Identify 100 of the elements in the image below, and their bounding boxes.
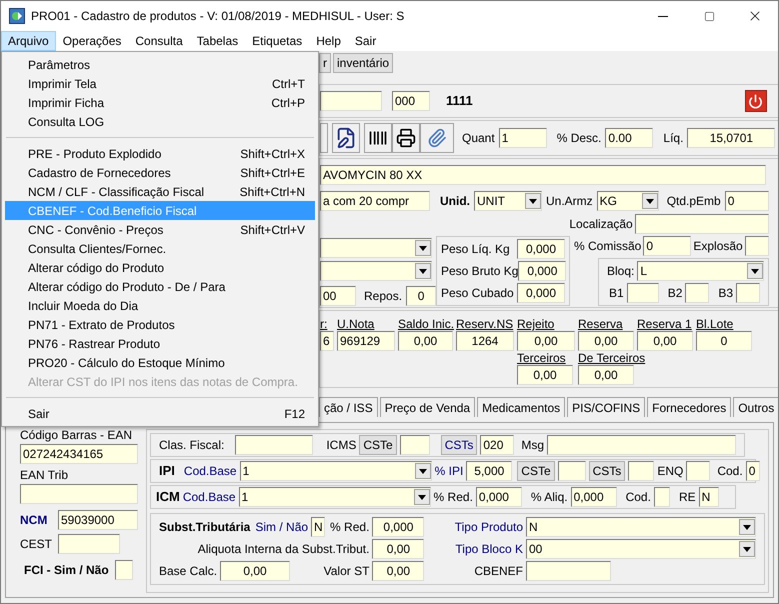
text-field[interactable] — [526, 561, 611, 581]
text-field[interactable]: 0,000 — [476, 487, 522, 507]
text-field[interactable]: N — [698, 487, 719, 507]
text-field[interactable]: 020 — [480, 435, 514, 455]
toolbar-button[interactable] — [392, 123, 420, 153]
combo-box[interactable]: UNIT — [474, 191, 542, 211]
text-field[interactable]: AVOMYCIN 80 XX — [320, 165, 766, 185]
menu-item[interactable]: PRE - Produto Explodido Shift+Ctrl+X — [5, 144, 315, 163]
power-button[interactable] — [744, 90, 767, 112]
menu-item[interactable]: NCM / CLF - Classificação Fiscal Shift+Ctrl+N — [5, 182, 315, 201]
menu-bar-item[interactable]: Etiquetas — [245, 31, 310, 51]
text-field[interactable]: 0 — [406, 286, 436, 306]
tab[interactable]: PIS/COFINS — [567, 397, 646, 417]
text-field[interactable]: 0 — [724, 191, 769, 211]
text-field[interactable] — [320, 91, 382, 111]
tab[interactable]: Medicamentos — [477, 397, 566, 417]
combo-box[interactable]: 1 — [240, 461, 432, 481]
text-field[interactable]: 1264 — [456, 331, 514, 351]
menu-item[interactable]: Imprimir Ficha Ctrl+P — [5, 93, 315, 112]
text-field[interactable] — [547, 435, 736, 455]
text-field[interactable] — [558, 461, 586, 481]
menu-item[interactable]: Imprimir Tela Ctrl+T — [5, 74, 315, 93]
menu-bar-item[interactable]: Operações — [56, 31, 128, 51]
text-field[interactable] — [628, 461, 654, 481]
menu-item[interactable]: PN76 - Rastrear Produto — [5, 334, 315, 353]
menu-item[interactable]: CNC - Convênio - Preços Shift+Ctrl+V — [5, 220, 315, 239]
toolbar-button[interactable] — [332, 123, 360, 153]
menu-item[interactable]: Sair F12 — [5, 404, 315, 423]
text-field[interactable]: 0,000 — [518, 261, 566, 281]
button[interactable]: CSTs — [588, 461, 626, 481]
text-field[interactable]: 0,00 — [398, 331, 453, 351]
text-field[interactable] — [114, 560, 133, 580]
text-field[interactable] — [20, 484, 138, 504]
text-field[interactable]: 0 — [746, 461, 760, 481]
text-field[interactable]: 0,00 — [517, 331, 575, 351]
menu-item[interactable]: Cadastro de Fornecedores Shift+Ctrl+E — [5, 163, 315, 182]
text-field[interactable]: 5,000 — [466, 461, 512, 481]
text-field[interactable]: 000 — [392, 91, 430, 111]
combo-box[interactable]: 00 — [526, 539, 756, 559]
menu-item[interactable]: Alterar código do Produto — [5, 258, 315, 277]
menu-bar-item[interactable]: Consulta — [128, 31, 190, 51]
text-field[interactable] — [400, 435, 430, 455]
text-field[interactable] — [744, 236, 769, 256]
text-field[interactable] — [686, 461, 710, 481]
combo-box[interactable]: 1 — [238, 487, 431, 507]
tab[interactable]: Preço de Venda — [380, 397, 476, 417]
button[interactable]: CSTe — [517, 461, 555, 481]
text-field[interactable] — [58, 534, 120, 554]
text-field[interactable]: 0,00 — [637, 331, 693, 351]
text-field[interactable]: 0,00 — [372, 561, 424, 581]
text-field[interactable]: 00 — [320, 286, 356, 306]
combo-box[interactable] — [320, 238, 432, 258]
button[interactable]: CSTs — [440, 435, 478, 455]
combo-box[interactable]: KG — [596, 191, 659, 211]
text-field[interactable]: 59039000 — [58, 510, 138, 530]
text-field[interactable]: 0,000 — [570, 487, 617, 507]
text-field[interactable] — [654, 487, 670, 507]
menu-bar-item[interactable]: Arquivo — [1, 31, 56, 51]
text-field[interactable]: 0 — [643, 236, 692, 256]
text-field[interactable]: 0.00 — [605, 128, 654, 148]
button[interactable]: r — [319, 53, 331, 73]
text-field[interactable] — [736, 283, 760, 303]
text-field[interactable]: 0 — [696, 331, 752, 351]
menu-item[interactable]: Incluir Moeda do Dia — [5, 296, 315, 315]
text-field[interactable]: a com 20 compr — [320, 191, 430, 211]
menu-bar-item[interactable]: Tabelas — [190, 31, 246, 51]
text-field[interactable]: 0,000 — [517, 283, 565, 303]
menu-bar-item[interactable]: Sair — [348, 31, 384, 51]
tab[interactable]: Outros — [733, 397, 778, 417]
text-field[interactable]: 0,00 — [372, 539, 424, 559]
text-field[interactable] — [685, 283, 710, 303]
text-field[interactable]: 0,00 — [578, 365, 634, 385]
menu-item[interactable]: Parâmetros — [5, 55, 315, 74]
menu-bar-item[interactable]: Help — [309, 31, 348, 51]
button[interactable]: inventário — [333, 53, 394, 73]
text-field[interactable]: 0,000 — [372, 517, 424, 537]
combo-box[interactable] — [320, 261, 432, 281]
text-field[interactable]: 969129 — [337, 331, 395, 351]
text-field[interactable]: 1 — [498, 128, 547, 148]
menu-item[interactable]: Consulta Clientes/Fornec. — [5, 239, 315, 258]
menu-item[interactable]: PN71 - Extrato de Produtos — [5, 315, 315, 334]
text-field[interactable]: 027242434165 — [20, 444, 138, 464]
menu-item[interactable]: Consulta LOG — [5, 112, 315, 131]
text-field[interactable]: 0,00 — [220, 561, 290, 581]
text-field[interactable] — [634, 214, 769, 234]
menu-item[interactable]: Alterar código do Produto - De / Para — [5, 277, 315, 296]
menu-item[interactable]: PRO20 - Cálculo do Estoque Mínimo — [5, 353, 315, 372]
text-field[interactable]: 0,000 — [517, 239, 565, 259]
text-field[interactable]: 0,00 — [517, 365, 573, 385]
text-field[interactable]: 6 — [320, 331, 334, 351]
button[interactable]: CSTe — [359, 435, 397, 455]
tab[interactable]: ção / ISS — [319, 397, 378, 417]
toolbar-button[interactable] — [364, 123, 392, 153]
text-field[interactable]: 0,00 — [578, 331, 634, 351]
text-field[interactable]: N — [311, 517, 326, 537]
text-field[interactable] — [626, 283, 659, 303]
combo-box[interactable]: N — [526, 517, 756, 537]
text-field[interactable] — [235, 435, 314, 455]
tab[interactable]: Fornecedores — [647, 397, 732, 417]
combo-box[interactable]: L — [637, 261, 764, 281]
